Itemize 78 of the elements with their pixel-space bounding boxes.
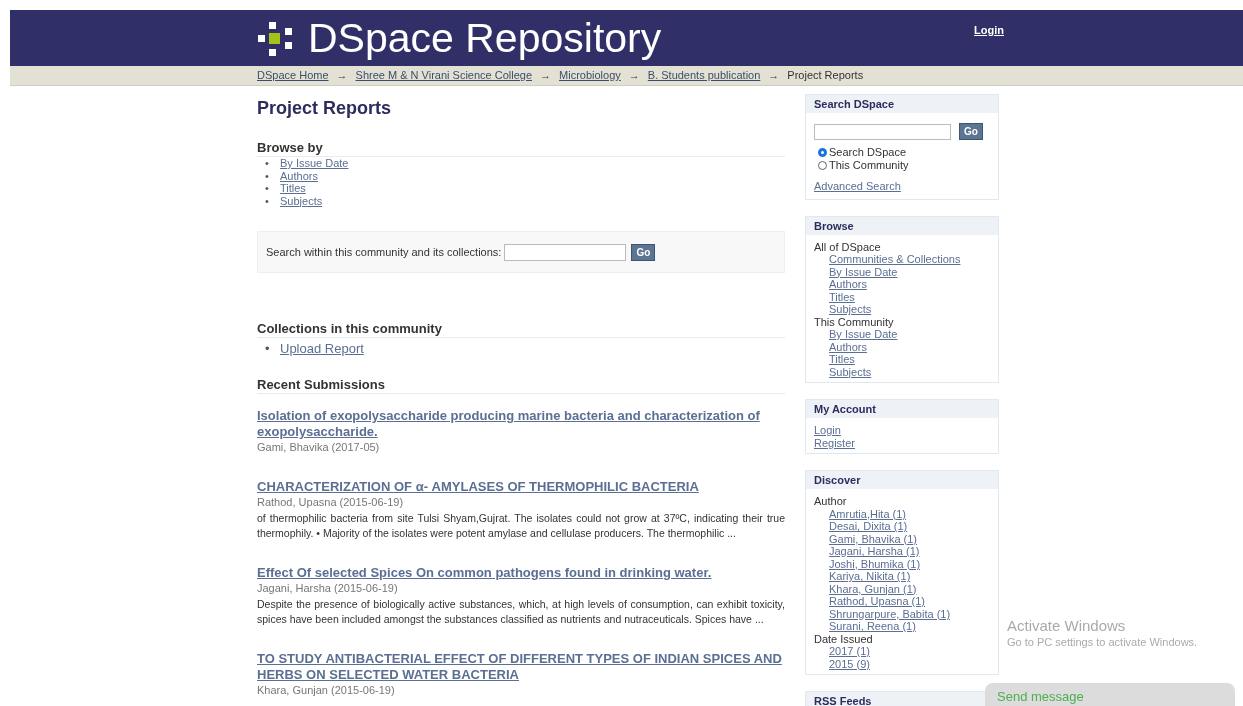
submission-title-link[interactable]: TO STUDY ANTIBACTERIAL EFFECT OF DIFFERENT TYPES OF INDIAN SPICES AND HERBS ON SELECTED WATER BACTERIA — [257, 651, 785, 683]
breadcrumb-link[interactable]: DSpace Home — [257, 66, 329, 85]
group-label: Date Issued — [814, 632, 873, 645]
facet-link[interactable]: Joshi, Bhumika (1) — [829, 557, 921, 570]
arrow-separator: → — [336, 68, 348, 83]
submission-meta: Khara, Gunjan (2015-06-19) — [257, 683, 396, 698]
facet-link[interactable]: Surani, Reena (1) — [829, 620, 916, 633]
submission-title-link[interactable]: Isolation of exopolysaccharide producing marine bacteria and characterization of exopolysaccharide. — [257, 408, 785, 440]
browse-link[interactable]: Authors — [829, 278, 867, 291]
collection-link[interactable]: Upload Report — [280, 340, 364, 358]
search-field[interactable] — [504, 243, 627, 261]
browse-link[interactable]: Subjects — [280, 194, 323, 207]
advanced-search-link[interactable]: Advanced Search — [814, 180, 901, 193]
breadcrumb-link[interactable]: Shree M & N Virani Science College — [355, 66, 533, 85]
facet-link[interactable]: 2017 (1) — [829, 645, 870, 658]
browse-link[interactable]: Authors — [280, 169, 318, 182]
arrow-separator: → — [628, 68, 640, 83]
activation-notice-text: Go to PC settings to activate Windows. — [1007, 635, 1198, 649]
facet-link[interactable]: 2015 (9) — [829, 657, 870, 670]
browse-link[interactable]: Subjects — [829, 365, 872, 378]
radio-button[interactable] — [818, 148, 827, 157]
bullet: • — [265, 182, 270, 195]
bullet: • — [265, 340, 271, 358]
browse-link[interactable]: Titles — [280, 182, 306, 195]
submission-meta: Gami, Bhavika (2017-05) — [257, 440, 381, 455]
panel-heading: Discover — [806, 471, 998, 489]
submission-meta: Rathod, Upasna (2015-06-19) — [257, 495, 405, 510]
arrow-separator: → — [768, 68, 780, 83]
browse-link[interactable]: By Issue Date — [280, 157, 349, 170]
activation-notice-title: Activate Windows — [1007, 617, 1127, 635]
bullet: • — [265, 169, 270, 182]
facet-link[interactable]: Shrungarpure, Babita (1) — [829, 607, 951, 620]
submission-meta: Jagani, Harsha (2015-06-19) — [257, 581, 399, 596]
account-link[interactable]: Register — [814, 436, 855, 449]
facet-link[interactable]: Rathod, Upasna (1) — [829, 595, 925, 608]
submission-abstract: Despite the presence of biologically active substances, which, at high levels of consumption, can exhibit toxicity, spices have been included amongst the substances classified as nutrients and nutraceuticals. Spices have ... — [257, 597, 785, 627]
search-label: Search within this community and its collections: — [266, 246, 502, 258]
bullet: • — [265, 157, 270, 170]
submission-title-link[interactable]: Effect Of selected Spices On common pathogens found in drinking water. — [257, 565, 785, 581]
section-heading: Recent Submissions — [257, 377, 785, 394]
facet-link[interactable]: Khara, Gunjan (1) — [829, 582, 917, 595]
group-label: All of DSpace — [814, 240, 881, 253]
search-field[interactable] — [814, 123, 951, 140]
group-label: This Community — [814, 315, 894, 328]
browse-link[interactable]: By Issue Date — [829, 328, 898, 341]
browse-link[interactable]: By Issue Date — [829, 265, 898, 278]
browse-link[interactable]: Communities & Collections — [829, 253, 961, 266]
panel-heading: My Account — [806, 400, 998, 418]
breadcrumb-link[interactable]: B. Students publication — [647, 66, 761, 85]
arrow-separator: → — [540, 68, 552, 83]
page-title: Project Reports — [257, 97, 393, 120]
facet-link[interactable]: Jagani, Harsha (1) — [829, 545, 920, 558]
breadcrumb-current: Project Reports — [787, 68, 864, 83]
bullet: • — [265, 194, 270, 207]
group-label: Author — [814, 495, 847, 508]
browse-link[interactable]: Authors — [829, 340, 867, 353]
facet-link[interactable]: Desai, Dixita (1) — [829, 520, 908, 533]
facet-link[interactable]: Amrutia,Hita (1) — [829, 507, 907, 520]
panel-heading: Search DSpace — [806, 95, 998, 113]
account-link[interactable]: Login — [814, 424, 841, 437]
radio-button[interactable] — [818, 161, 827, 170]
panel-heading: Browse — [806, 216, 998, 235]
submission-title-link[interactable]: CHARACTERIZATION OF α- AMYLASES OF THERMOPHILIC BACTERIA — [257, 479, 785, 495]
section-heading: Browse by — [257, 140, 785, 157]
facet-link[interactable]: Kariya, Nikita (1) — [829, 570, 911, 583]
radio-label: This Community — [829, 159, 909, 172]
browse-link[interactable]: Titles — [829, 290, 855, 303]
radio-label: Search DSpace — [829, 146, 907, 159]
site-title: DSpace Repository — [308, 14, 662, 62]
section-heading: Collections in this community — [257, 321, 785, 338]
browse-link[interactable]: Subjects — [829, 303, 872, 316]
login-link[interactable]: Login — [974, 24, 1004, 36]
go-button[interactable]: Go — [959, 123, 983, 140]
browse-link[interactable]: Titles — [829, 353, 855, 366]
go-button[interactable]: Go — [631, 243, 656, 261]
breadcrumb-link[interactable]: Microbiology — [559, 66, 621, 85]
submission-abstract: of thermophilic bacteria from site Tulsi Shyam,Gujrat. The isolates could not grow at 37ºC, indicating their true thermophily. • Majority of the isolates were potent amylase and cellulase producers. The thermophilic ... — [257, 511, 785, 541]
facet-link[interactable]: Gami, Bhavika (1) — [829, 532, 918, 545]
